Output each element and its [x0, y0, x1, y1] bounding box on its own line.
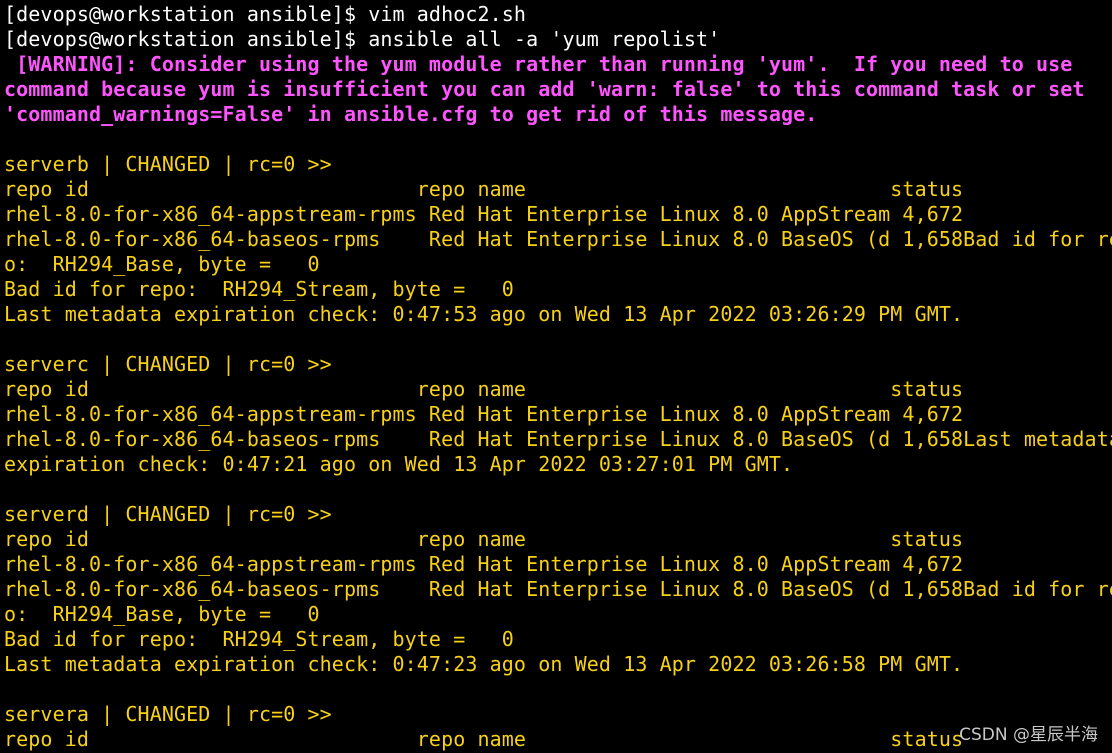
host-header-line: serverb | CHANGED | rc=0 >> — [4, 152, 332, 176]
csdn-watermark: CSDN @星辰半海 — [959, 725, 1098, 745]
terminal-line: o: RH294_Base, byte = 0 — [4, 252, 320, 276]
host-header-line: servera | CHANGED | rc=0 >> — [4, 702, 332, 726]
host-header-line: serverd | CHANGED | rc=0 >> — [4, 502, 332, 526]
table-header-line: repo id repo name status — [4, 727, 964, 751]
terminal-line: Last metadata expiration check: 0:47:53 … — [4, 302, 964, 326]
terminal-line: rhel-8.0-for-x86_64-appstream-rpms Red H… — [4, 552, 964, 576]
host-header-line: serverc | CHANGED | rc=0 >> — [4, 352, 332, 376]
terminal-window[interactable]: [devops@workstation ansible]$ vim adhoc2… — [0, 0, 1112, 753]
table-header-line: repo id repo name status — [4, 177, 964, 201]
table-header-line: repo id repo name status — [4, 527, 964, 551]
terminal-line: rhel-8.0-for-x86_64-baseos-rpms Red Hat … — [4, 427, 1112, 451]
terminal-line: Last metadata expiration check: 0:47:23 … — [4, 652, 964, 676]
terminal-line: o: RH294_Base, byte = 0 — [4, 602, 320, 626]
terminal-line: rhel-8.0-for-x86_64-baseos-rpms Red Hat … — [4, 227, 1112, 251]
warning-line: 'command_warnings=False' in ansible.cfg … — [4, 102, 818, 126]
terminal-line: rhel-8.0-for-x86_64-baseos-rpms Red Hat … — [4, 577, 1112, 601]
table-header-line: repo id repo name status — [4, 377, 964, 401]
warning-line: [WARNING]: Consider using the yum module… — [4, 52, 1073, 76]
terminal-line: Bad id for repo: RH294_Stream, byte = 0 — [4, 627, 514, 651]
terminal-line: expiration check: 0:47:21 ago on Wed 13 … — [4, 452, 794, 476]
terminal-line: rhel-8.0-for-x86_64-appstream-rpms Red H… — [4, 202, 964, 226]
warning-line: command because yum is insufficient you … — [4, 77, 1085, 101]
terminal-line: [devops@workstation ansible]$ ansible al… — [4, 27, 721, 51]
terminal-line: [devops@workstation ansible]$ vim adhoc2… — [4, 2, 527, 26]
terminal-line: Bad id for repo: RH294_Stream, byte = 0 — [4, 277, 514, 301]
terminal-line: rhel-8.0-for-x86_64-appstream-rpms Red H… — [4, 402, 964, 426]
